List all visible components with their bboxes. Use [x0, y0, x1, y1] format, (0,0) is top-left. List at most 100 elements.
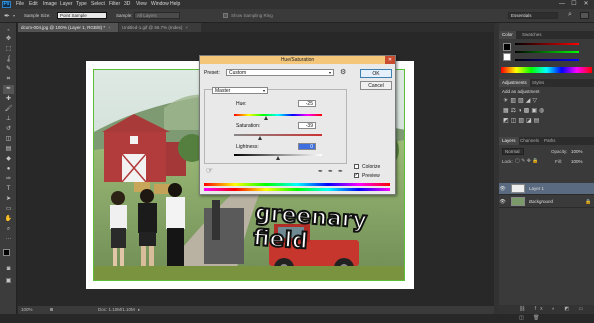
more-tools-icon[interactable]: ··· [3, 235, 14, 244]
dialog-close-button[interactable]: ✕ [385, 56, 395, 64]
show-sampling-ring-checkbox[interactable] [223, 13, 228, 18]
eyedropper-plus-icon[interactable]: ✒ [328, 168, 333, 175]
status-icon[interactable] [50, 308, 53, 311]
adjustment-icons-row-2[interactable]: ▦⚖◑▩▣◍ [503, 107, 546, 114]
menu-view[interactable]: View [136, 1, 147, 8]
tab-paths[interactable]: Paths [541, 137, 559, 145]
panel-toggle-icon[interactable] [580, 12, 589, 19]
move-tool-icon[interactable]: ✥ [3, 35, 14, 44]
tab-adjustments[interactable]: Adjustments [499, 79, 530, 87]
blue-slider[interactable] [515, 59, 579, 61]
saturation-field[interactable]: -39 [298, 122, 316, 129]
background-color-chip[interactable] [503, 53, 511, 61]
colorize-checkbox[interactable] [354, 164, 359, 169]
pen-tool-icon[interactable]: ✑ [3, 175, 14, 184]
menu-select[interactable]: Select [91, 1, 105, 8]
dialog-titlebar[interactable]: Hue/Saturation ✕ [200, 56, 395, 64]
lightness-field[interactable]: 0 [298, 143, 316, 150]
sample-size-select[interactable]: Point Sample [57, 12, 107, 19]
eye-icon[interactable]: 👁 [499, 196, 506, 208]
collapse-tools-icon[interactable]: « [3, 25, 14, 34]
menu-edit[interactable]: Edit [29, 1, 38, 8]
layer-row-background[interactable]: 👁 Background 🔒 [499, 196, 594, 208]
fill-value[interactable]: 100% [571, 159, 583, 164]
on-image-adjust-icon[interactable]: ☞ [206, 166, 213, 175]
menu-help[interactable]: Help [170, 1, 180, 8]
lock-icons[interactable]: ▢ ✎ ✥ 🔒 [515, 158, 539, 164]
sample-select[interactable]: All Layers [134, 12, 180, 19]
tab-styles[interactable]: Styles [529, 79, 547, 87]
tab-dcom-004[interactable]: dcom-004.jpg @ 100% (Layer 1, RGB/8) * × [18, 23, 118, 32]
menu-image[interactable]: Image [43, 1, 57, 8]
workspace-select[interactable]: Essentials [508, 12, 558, 19]
adjustment-icons-row-1[interactable]: ☀▥▧◢▽ [503, 97, 539, 104]
ok-button[interactable]: OK [360, 69, 392, 78]
menu-filter[interactable]: Filter [109, 1, 120, 8]
clone-stamp-tool-icon[interactable]: ⊥ [3, 115, 14, 124]
path-select-tool-icon[interactable]: ➤ [3, 195, 14, 204]
hue-field[interactable]: -25 [298, 100, 316, 107]
crop-tool-icon[interactable]: ⌗ [3, 75, 14, 84]
tool-preset-chevron-icon[interactable]: ▾ [13, 13, 15, 18]
eye-icon[interactable]: 👁 [499, 183, 506, 195]
blur-tool-icon[interactable]: ◆ [3, 155, 14, 164]
menu-window[interactable]: Window [151, 1, 169, 8]
hand-tool-icon[interactable]: ✋ [3, 215, 14, 224]
preview-checkbox[interactable] [354, 172, 359, 178]
minimize-button[interactable]: — [556, 0, 568, 9]
screen-mode-icon[interactable]: ▣ [3, 277, 14, 286]
tab-color[interactable]: Color [499, 31, 516, 39]
eraser-tool-icon[interactable]: ◫ [3, 135, 14, 144]
channel-select[interactable]: Master ▾ [212, 87, 268, 94]
preset-options-gear-icon[interactable]: ⚙ [340, 68, 346, 76]
shape-tool-icon[interactable]: ▭ [3, 205, 14, 214]
foreground-color-chip[interactable] [503, 43, 511, 51]
adjustment-icons-row-3[interactable]: ◩◫▨◪▤ [503, 117, 541, 124]
foreground-color-swatch[interactable] [3, 249, 10, 256]
quick-mask-icon[interactable]: ◙ [3, 265, 14, 274]
color-spectrum[interactable] [501, 67, 592, 73]
close-window-button[interactable]: ✕ [580, 0, 592, 9]
eyedropper-icon[interactable]: ✒ [4, 12, 10, 20]
lightness-slider-thumb[interactable] [276, 156, 280, 160]
layers-footer-icons[interactable]: ⛓ fx ◐ ◩ ▭ ◫ 🗑 [499, 305, 594, 321]
hue-slider-track[interactable] [234, 114, 322, 116]
hue-slider-thumb[interactable] [264, 116, 268, 120]
red-slider[interactable] [515, 43, 579, 45]
status-menu-chevron-icon[interactable]: ▸ [138, 306, 140, 314]
dodge-tool-icon[interactable]: ● [3, 165, 14, 174]
menu-type[interactable]: Type [76, 1, 87, 8]
opacity-value[interactable]: 100% [571, 149, 583, 154]
search-icon[interactable]: ⌕ [568, 11, 572, 19]
saturation-slider-track[interactable] [234, 134, 322, 136]
history-brush-tool-icon[interactable]: ↺ [3, 125, 14, 134]
tab-layers[interactable]: Layers [499, 137, 519, 145]
green-slider[interactable] [515, 51, 579, 53]
layer-row-layer-1[interactable]: 👁 Layer 1 [499, 183, 594, 195]
maximize-button[interactable]: ☐ [568, 0, 580, 9]
tab-untitled-1[interactable]: Untitled-1.gif @ 66.7% (Index) × [119, 23, 201, 32]
menu-layer[interactable]: Layer [60, 1, 73, 8]
eyedropper-tool-icon[interactable]: ✒ [3, 85, 14, 94]
zoom-level[interactable]: 100% [21, 306, 33, 314]
quick-select-tool-icon[interactable]: ✎ [3, 65, 14, 74]
blend-mode-select[interactable]: Normal [502, 148, 524, 155]
marquee-tool-icon[interactable]: ⬚ [3, 45, 14, 54]
healing-brush-tool-icon[interactable]: ✚ [3, 95, 14, 104]
menu-3d[interactable]: 3D [124, 1, 130, 8]
zoom-tool-icon[interactable]: ⌕ [3, 225, 14, 234]
type-tool-icon[interactable]: T [3, 185, 14, 194]
brush-tool-icon[interactable]: 🖌 [3, 105, 14, 114]
eyedropper-minus-icon[interactable]: ✒ [338, 168, 343, 175]
saturation-slider-thumb[interactable] [258, 136, 262, 140]
preset-select[interactable]: Custom ▾ [226, 69, 334, 76]
menu-file[interactable]: File [16, 1, 24, 8]
eyedropper-icon[interactable]: ✒ [318, 168, 323, 175]
cancel-button[interactable]: Cancel [360, 81, 392, 90]
tab-channels[interactable]: Channels [517, 137, 542, 145]
tab-swatches[interactable]: Swatches [519, 31, 545, 39]
lasso-tool-icon[interactable]: ʆ [3, 55, 14, 64]
gradient-tool-icon[interactable]: ▤ [3, 145, 14, 154]
close-tab-icon[interactable]: × [185, 25, 188, 30]
close-tab-icon[interactable]: × [108, 25, 111, 30]
